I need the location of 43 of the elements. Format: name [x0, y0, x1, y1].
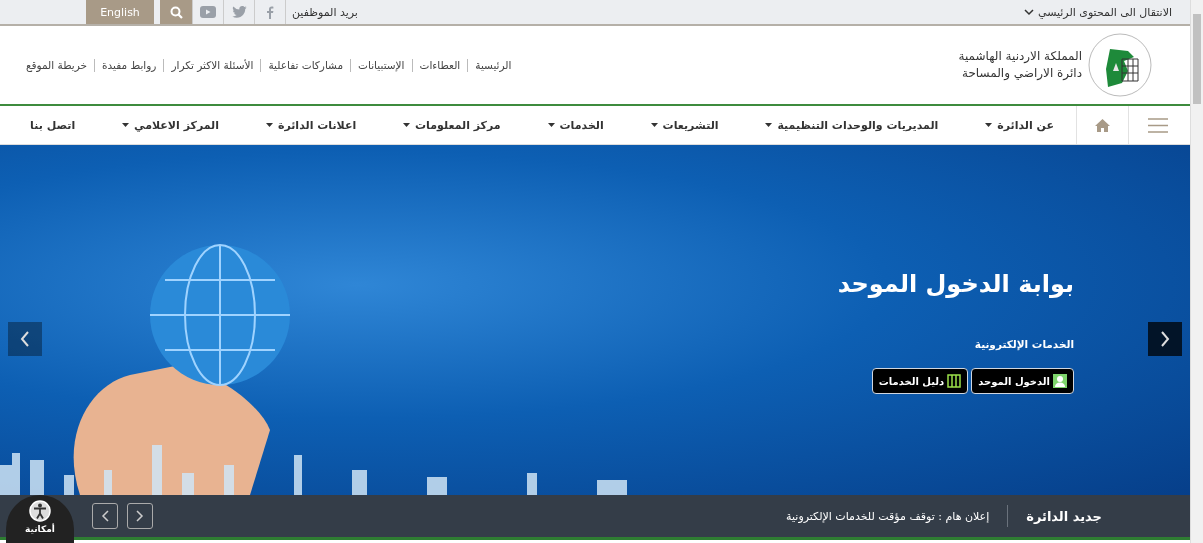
chevron-left-icon: [101, 510, 109, 522]
user-icon: [1053, 374, 1067, 388]
header-link[interactable]: الرئيسية: [475, 59, 512, 71]
nav-menu-item[interactable]: مركز المعلومات: [403, 118, 501, 132]
service-button[interactable]: الدخول الموحد: [971, 368, 1074, 394]
header-link[interactable]: الأسئلة الاكثر تكرار: [171, 59, 254, 71]
search-button[interactable]: [160, 0, 192, 24]
map-emblem-icon: [1088, 33, 1152, 97]
chevron-down-icon: [1024, 8, 1034, 16]
news-next-button[interactable]: [127, 503, 153, 529]
scrollbar[interactable]: [1190, 0, 1203, 543]
slide-title: بوابة الدخول الموحد: [837, 270, 1074, 298]
next-slide-button[interactable]: [1148, 322, 1182, 356]
accessibility-icon: [29, 500, 51, 522]
book-icon: [947, 374, 962, 388]
nav-menu-item[interactable]: التشريعات: [650, 118, 719, 132]
nav-menu-item[interactable]: اعلانات الدائرة: [265, 118, 357, 132]
chevron-right-icon: [136, 510, 144, 522]
previous-slide-button[interactable]: [8, 322, 42, 356]
search-icon: [169, 5, 183, 19]
nav-menu-item[interactable]: اتصل بنا: [30, 118, 76, 132]
nav-menu-item[interactable]: المديريات والوحدات التنظيمية: [765, 118, 939, 132]
header-link[interactable]: العطاءات: [419, 59, 461, 71]
header-link[interactable]: روابط مفيدة: [102, 59, 157, 71]
slide-subtitle: الخدمات الإلكترونية: [974, 338, 1074, 350]
staff-mail-link[interactable]: بريد الموظفين: [285, 0, 364, 24]
chevron-left-icon: [20, 331, 30, 347]
menu-icon: [1147, 117, 1168, 133]
news-label: جديد الدائرة: [1026, 508, 1102, 524]
organization-name: المملكة الاردنية الهاشمية: [958, 48, 1082, 65]
nav-menu-item[interactable]: الخدمات: [547, 118, 604, 132]
header-link[interactable]: خريطة الموقع: [26, 59, 87, 71]
news-headline-link[interactable]: إعلان هام : توقف مؤقت للخدمات الإلكترونية: [786, 509, 990, 523]
nav-menu-item[interactable]: المركز الاعلامي: [122, 118, 220, 132]
header-link[interactable]: مشاركات تفاعلية: [268, 59, 344, 71]
chevron-right-icon: [1160, 331, 1170, 347]
nav-menu-item[interactable]: عن الدائرة: [985, 118, 1054, 132]
service-button[interactable]: دليل الخدمات: [871, 368, 969, 394]
skip-to-content-link[interactable]: الانتقال الى المحتوى الرئيسي: [1024, 5, 1172, 19]
news-previous-button[interactable]: [92, 503, 118, 529]
organization-name: دائرة الاراضي والمساحة: [961, 65, 1082, 82]
header-link[interactable]: الإستبيانات: [358, 59, 405, 71]
home-icon: [1095, 118, 1110, 132]
